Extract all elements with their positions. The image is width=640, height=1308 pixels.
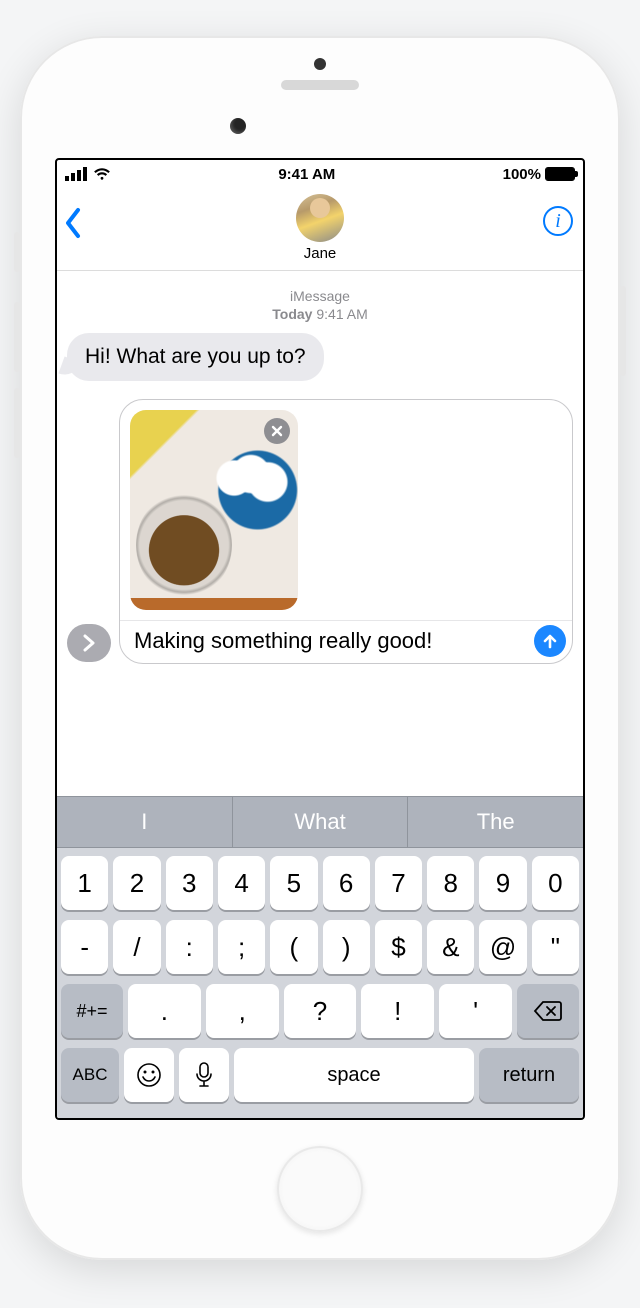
key-amp[interactable]: & xyxy=(427,920,474,974)
key-period[interactable]: . xyxy=(128,984,201,1038)
key-3[interactable]: 3 xyxy=(166,856,213,910)
timestamp-header: iMessage Today 9:41 AM xyxy=(67,287,573,323)
volume-up-button xyxy=(14,302,20,372)
conversation-body[interactable]: iMessage Today 9:41 AM Hi! What are you … xyxy=(57,271,583,796)
predictive-bar: I What The xyxy=(57,796,583,848)
key-question[interactable]: ? xyxy=(284,984,357,1038)
key-emoji[interactable] xyxy=(124,1048,174,1102)
key-return[interactable]: return xyxy=(479,1048,579,1102)
key-0[interactable]: 0 xyxy=(532,856,579,910)
contact-avatar[interactable] xyxy=(296,194,344,242)
home-button[interactable] xyxy=(277,1146,363,1232)
chevron-right-icon xyxy=(81,633,97,653)
remove-attachment-button[interactable] xyxy=(264,418,290,444)
service-label: iMessage xyxy=(67,287,573,305)
chevron-left-icon xyxy=(63,206,83,240)
key-semicolon[interactable]: ; xyxy=(218,920,265,974)
key-backspace[interactable] xyxy=(517,984,579,1038)
key-colon[interactable]: : xyxy=(166,920,213,974)
speaker-grill xyxy=(281,80,359,90)
screen: 9:41 AM 100% Jane i iMessage Today 9:41 … xyxy=(55,158,585,1120)
arrow-up-icon xyxy=(541,632,559,650)
close-icon xyxy=(270,424,284,438)
keyboard: 1 2 3 4 5 6 7 8 9 0 - / : ; ( ) $ & @ xyxy=(57,848,583,1118)
timestamp-day: Today xyxy=(272,306,312,322)
conversation-header: Jane i xyxy=(57,188,583,271)
key-exclaim[interactable]: ! xyxy=(361,984,434,1038)
incoming-message-bubble[interactable]: Hi! What are you up to? xyxy=(67,333,324,381)
keyboard-row-3: #+= . , ? ! ' xyxy=(61,984,579,1038)
info-button[interactable]: i xyxy=(543,206,573,236)
expand-compose-button[interactable] xyxy=(67,624,111,662)
key-7[interactable]: 7 xyxy=(375,856,422,910)
key-6[interactable]: 6 xyxy=(323,856,370,910)
timestamp-time: 9:41 AM xyxy=(316,306,367,322)
key-4[interactable]: 4 xyxy=(218,856,265,910)
wifi-icon xyxy=(93,167,111,181)
attachment-thumbnail[interactable] xyxy=(130,410,298,610)
key-paren-close[interactable]: ) xyxy=(323,920,370,974)
key-comma[interactable]: , xyxy=(206,984,279,1038)
microphone-icon xyxy=(195,1062,213,1088)
attachment-area xyxy=(120,400,572,621)
key-dash[interactable]: - xyxy=(61,920,108,974)
keyboard-row-4: ABC space return xyxy=(61,1048,579,1102)
key-quote[interactable]: " xyxy=(532,920,579,974)
emoji-icon xyxy=(136,1062,162,1088)
send-button[interactable] xyxy=(534,625,566,657)
keyboard-row-2: - / : ; ( ) $ & @ " xyxy=(61,920,579,974)
key-2[interactable]: 2 xyxy=(113,856,160,910)
key-slash[interactable]: / xyxy=(113,920,160,974)
power-button xyxy=(620,286,626,376)
key-abc[interactable]: ABC xyxy=(61,1048,119,1102)
message-input[interactable] xyxy=(134,628,534,654)
keyboard-row-1: 1 2 3 4 5 6 7 8 9 0 xyxy=(61,856,579,910)
mute-switch xyxy=(14,232,20,272)
key-more-symbols[interactable]: #+= xyxy=(61,984,123,1038)
proximity-sensor xyxy=(314,58,326,70)
back-button[interactable] xyxy=(63,206,83,245)
key-apostrophe[interactable]: ' xyxy=(439,984,512,1038)
predictive-suggestion-1[interactable]: I xyxy=(57,797,232,847)
predictive-suggestion-3[interactable]: The xyxy=(407,797,583,847)
key-space[interactable]: space xyxy=(234,1048,474,1102)
predictive-suggestion-2[interactable]: What xyxy=(232,797,408,847)
front-camera xyxy=(230,118,246,134)
device-frame: 9:41 AM 100% Jane i iMessage Today 9:41 … xyxy=(20,36,620,1260)
cellular-signal-icon xyxy=(65,167,87,181)
key-dollar[interactable]: $ xyxy=(375,920,422,974)
key-8[interactable]: 8 xyxy=(427,856,474,910)
key-dictation[interactable] xyxy=(179,1048,229,1102)
key-9[interactable]: 9 xyxy=(479,856,526,910)
compose-field xyxy=(119,399,573,664)
incoming-message-text: Hi! What are you up to? xyxy=(85,345,306,368)
backspace-icon xyxy=(533,1000,563,1022)
key-1[interactable]: 1 xyxy=(61,856,108,910)
battery-icon xyxy=(545,167,575,181)
volume-down-button xyxy=(14,388,20,458)
key-5[interactable]: 5 xyxy=(270,856,317,910)
status-bar: 9:41 AM 100% xyxy=(57,160,583,188)
key-paren-open[interactable]: ( xyxy=(270,920,317,974)
contact-name: Jane xyxy=(304,245,337,262)
key-at[interactable]: @ xyxy=(479,920,526,974)
battery-percent: 100% xyxy=(503,166,541,183)
status-time: 9:41 AM xyxy=(278,166,335,183)
